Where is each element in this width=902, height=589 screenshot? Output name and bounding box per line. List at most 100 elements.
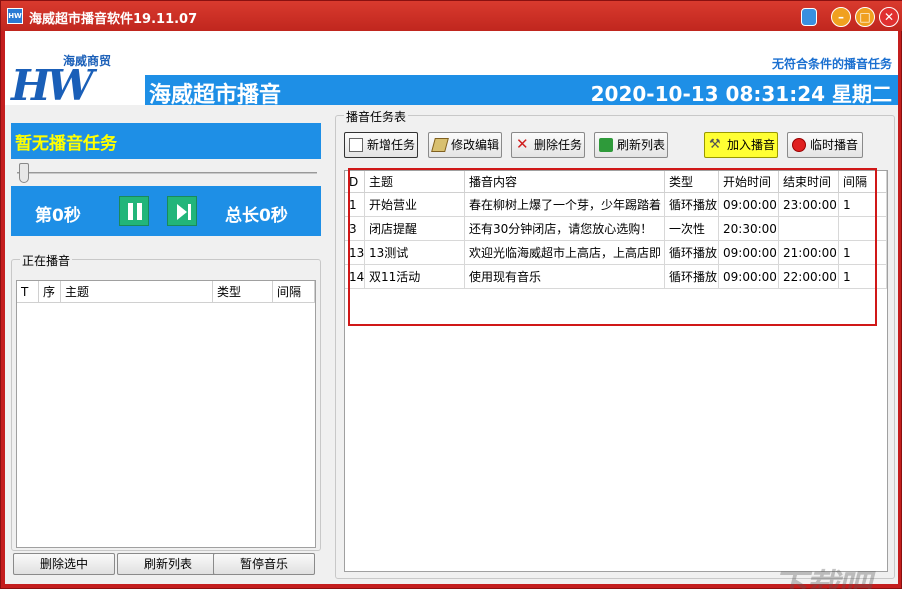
- col-header[interactable]: 间隔: [273, 281, 315, 303]
- logo: HW 海威商贸: [9, 51, 143, 110]
- slider-thumb[interactable]: [19, 163, 29, 183]
- cell-id: 1: [345, 193, 365, 217]
- cell-type: 循环播放: [665, 265, 719, 289]
- watermark: 下载吧: [773, 567, 871, 589]
- no-task-label: 暂无播音任务: [15, 134, 117, 154]
- edit-task-label: 修改编辑: [451, 138, 500, 152]
- pause-music-button[interactable]: 暂停音乐: [213, 553, 315, 575]
- cell-content: 使用现有音乐: [465, 265, 665, 289]
- total-length: 总长0秒: [225, 206, 288, 226]
- datetime-display: 2020-10-13 08:31:24 星期二: [590, 82, 892, 106]
- table-row[interactable]: 14 双11活动 使用现有音乐 循环播放 09:00:00 22:00:00 1: [345, 265, 887, 289]
- cell-start: 09:00:00: [719, 265, 779, 289]
- cell-type: 循环播放: [665, 241, 719, 265]
- task-grid-header: D 主题 播音内容 类型 开始时间 结束时间 间隔: [345, 171, 887, 193]
- cell-content: 春在柳树上爆了一个芽，少年踢踏着: [465, 193, 665, 217]
- col-header-interval[interactable]: 间隔: [839, 171, 887, 193]
- app-icon: HW: [7, 8, 23, 24]
- pause-button[interactable]: [119, 196, 149, 226]
- col-header-content[interactable]: 播音内容: [465, 171, 665, 193]
- header-band: 海威超市播音 2020-10-13 08:31:24 星期二: [145, 75, 898, 108]
- col-header[interactable]: 主题: [61, 281, 213, 303]
- cell-interval: 1: [839, 241, 887, 265]
- col-header-start[interactable]: 开始时间: [719, 171, 779, 193]
- cell-subject: 13测试: [365, 241, 465, 265]
- player-panel: 第0秒 总长0秒: [11, 186, 321, 236]
- close-button[interactable]: ✕: [879, 7, 899, 27]
- cell-id: 14: [345, 265, 365, 289]
- table-row[interactable]: 1 开始营业 春在柳树上爆了一个芽，少年踢踏着 循环播放 09:00:00 23…: [345, 193, 887, 217]
- now-playing-header: T 序 主题 类型 间隔: [17, 281, 315, 303]
- col-header[interactable]: T: [17, 281, 39, 303]
- header: HW 海威商贸 无符合条件的播音任务 海威超市播音 2020-10-13 08:…: [5, 31, 898, 110]
- next-icon: [177, 204, 187, 220]
- cell-end: 23:00:00: [779, 193, 839, 217]
- refresh-list-button[interactable]: 刷新列表: [117, 553, 219, 575]
- add-task-label: 新增任务: [367, 138, 416, 152]
- delete-icon: ✕: [516, 135, 529, 153]
- now-status-panel: 暂无播音任务: [11, 123, 321, 159]
- cell-subject: 闭店提醒: [365, 217, 465, 241]
- client-area: HW 海威商贸 无符合条件的播音任务 海威超市播音 2020-10-13 08:…: [5, 31, 898, 589]
- status-message: 无符合条件的播音任务: [771, 57, 892, 71]
- window-title: 海威超市播音软件19.11.07: [29, 12, 198, 27]
- app-window: HW 海威超市播音软件19.11.07 – □ ✕ HW 海威商贸 无符合条件的…: [0, 0, 902, 589]
- cell-id: 13: [345, 241, 365, 265]
- cell-end: [779, 217, 839, 241]
- col-header-id[interactable]: D: [345, 171, 365, 193]
- cell-type: 一次性: [665, 217, 719, 241]
- record-icon: [792, 138, 806, 152]
- edit-task-button[interactable]: 修改编辑: [428, 132, 502, 158]
- join-broadcast-label: 加入播音: [727, 138, 776, 152]
- cell-interval: 1: [839, 193, 887, 217]
- delete-task-label: 删除任务: [534, 138, 583, 152]
- cell-start: 09:00:00: [719, 193, 779, 217]
- brand-name: 海威超市播音: [149, 83, 282, 108]
- add-task-button[interactable]: 新增任务: [344, 132, 418, 158]
- edit-icon: [431, 138, 449, 152]
- next-button[interactable]: [167, 196, 197, 226]
- col-header[interactable]: 类型: [213, 281, 273, 303]
- refresh-table-button[interactable]: 刷新列表: [594, 132, 668, 158]
- now-playing-label: 正在播音: [20, 252, 73, 269]
- temp-broadcast-label: 临时播音: [810, 138, 859, 152]
- tools-icon: ⚒: [709, 137, 721, 152]
- refresh-table-label: 刷新列表: [617, 138, 666, 152]
- cell-end: 21:00:00: [779, 241, 839, 265]
- cell-type: 循环播放: [665, 193, 719, 217]
- skin-icon[interactable]: [801, 8, 817, 26]
- col-header-subject[interactable]: 主题: [365, 171, 465, 193]
- next-icon-bar: [188, 204, 191, 220]
- logo-company: 海威商贸: [61, 52, 114, 69]
- progress-slider[interactable]: [11, 161, 321, 185]
- cell-interval: 1: [839, 265, 887, 289]
- new-doc-icon: [349, 138, 363, 152]
- table-row[interactable]: 3 闭店提醒 还有30分钟闭店，请您放心选购！ 一次性 20:30:00: [345, 217, 887, 241]
- cell-start: 09:00:00: [719, 241, 779, 265]
- maximize-button[interactable]: □: [855, 7, 875, 27]
- col-header[interactable]: 序: [39, 281, 61, 303]
- table-row[interactable]: 13 13测试 欢迎光临海威超市上高店，上高店即 循环播放 09:00:00 2…: [345, 241, 887, 265]
- cell-content: 还有30分钟闭店，请您放心选购！: [465, 217, 665, 241]
- cell-id: 3: [345, 217, 365, 241]
- refresh-icon: [599, 138, 613, 152]
- task-grid[interactable]: D 主题 播音内容 类型 开始时间 结束时间 间隔 1 开始营业 春在柳树上爆了…: [344, 170, 888, 572]
- now-playing-grid[interactable]: T 序 主题 类型 间隔: [16, 280, 316, 548]
- delete-selected-button[interactable]: 删除选中: [13, 553, 115, 575]
- join-broadcast-button[interactable]: ⚒ 加入播音: [704, 132, 778, 158]
- task-table-group: 播音任务表 新增任务 修改编辑 ✕ 删除任务 刷新列表 ⚒ 加入播音 临时播音 …: [335, 108, 895, 579]
- minimize-button[interactable]: –: [831, 7, 851, 27]
- col-header-type[interactable]: 类型: [665, 171, 719, 193]
- pause-icon-bar: [137, 203, 142, 220]
- cell-interval: [839, 217, 887, 241]
- pause-icon: [128, 203, 133, 220]
- current-seconds: 第0秒: [35, 206, 81, 226]
- cell-content: 欢迎光临海威超市上高店，上高店即: [465, 241, 665, 265]
- col-header-end[interactable]: 结束时间: [779, 171, 839, 193]
- slider-track: [17, 172, 317, 174]
- temp-broadcast-button[interactable]: 临时播音: [787, 132, 863, 158]
- cell-end: 22:00:00: [779, 265, 839, 289]
- delete-task-button[interactable]: ✕ 删除任务: [511, 132, 585, 158]
- cell-subject: 双11活动: [365, 265, 465, 289]
- title-bar[interactable]: HW 海威超市播音软件19.11.07 – □ ✕: [1, 1, 902, 31]
